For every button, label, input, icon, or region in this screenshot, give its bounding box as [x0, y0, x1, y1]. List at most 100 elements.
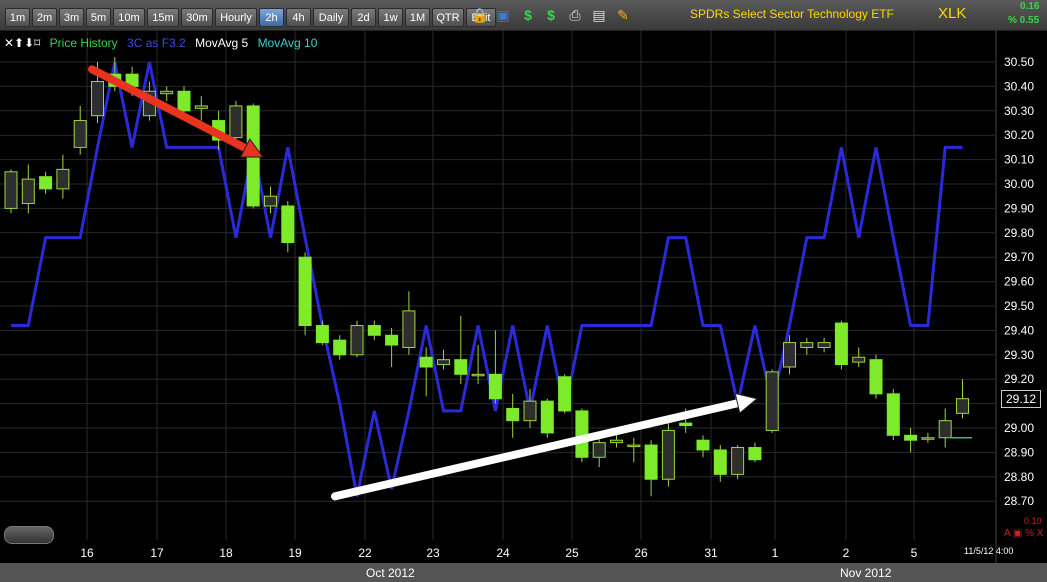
legend-movavg-10[interactable]: MovAvg 10 [258, 36, 318, 50]
timeframe-button-2m[interactable]: 2m [32, 8, 57, 27]
candle [644, 444, 658, 480]
candle [73, 120, 87, 148]
candle [21, 178, 35, 205]
scroll-handle[interactable] [4, 526, 54, 544]
candle [817, 342, 831, 348]
candle [39, 176, 53, 190]
chart-title: SPDRs Select Sector Technology ETF [690, 7, 894, 21]
timeframe-button-2h[interactable]: 2h [259, 8, 284, 27]
candle [956, 398, 969, 414]
x-tick-label: 25 [565, 546, 579, 560]
candle [731, 447, 745, 475]
candle [610, 439, 623, 444]
y-tick-label: 29.00 [1004, 421, 1034, 435]
timeframe-button-2d[interactable]: 2d [351, 8, 376, 27]
candle [938, 420, 952, 439]
last-price-label: 29.12 [1001, 390, 1041, 408]
candle [921, 437, 935, 440]
y-tick-label: 30.40 [1004, 79, 1034, 93]
y-tick-label: 30.50 [1004, 55, 1034, 69]
y-tick-label: 28.70 [1004, 494, 1034, 508]
legend-3c-indicator[interactable]: 3C as F3.2 [127, 36, 186, 50]
candle [454, 359, 468, 375]
x-tick-label: 26 [634, 546, 648, 560]
print-icon[interactable]: ⎙ [566, 6, 584, 24]
x-tick-label: 2 [843, 546, 850, 560]
indicator-3c-line [11, 61, 963, 497]
percent-change: % 0.55 [1008, 15, 1040, 26]
candle [592, 442, 606, 458]
candle [627, 444, 641, 448]
x-tick-label: 5 [911, 546, 918, 560]
candle [419, 356, 433, 368]
candle [523, 400, 537, 422]
y-tick-label: 29.60 [1004, 275, 1034, 289]
month-label-nov: Nov 2012 [840, 566, 892, 580]
card-icon[interactable]: ▤ [590, 6, 608, 24]
x-tick-label: 31 [704, 546, 718, 560]
candle [679, 422, 693, 427]
candle [4, 171, 18, 209]
dollar-green-icon[interactable]: $ [542, 6, 560, 24]
timeframe-button-1m[interactable]: 1m [5, 8, 30, 27]
candle [402, 310, 416, 348]
x-tick-label: 22 [358, 546, 372, 560]
timeframe-button-1m[interactable]: 1M [405, 8, 430, 27]
save-icon[interactable]: ▣ [494, 6, 512, 24]
legend-control-icons[interactable]: ✕⬆⬇⌑ [4, 36, 40, 50]
candle [886, 393, 900, 436]
timeframe-button-3m[interactable]: 3m [59, 8, 84, 27]
candle [713, 449, 727, 475]
lock-icon[interactable]: 🔒 [471, 6, 489, 24]
x-tick-label: 23 [426, 546, 440, 560]
candle [506, 407, 520, 422]
y-tick-label: 29.20 [1004, 372, 1034, 386]
x-tick-label: 18 [219, 546, 233, 560]
scale-controls[interactable]: A ▣ % X [1004, 528, 1043, 539]
scale-value: 0.10 [1024, 516, 1042, 526]
candle [661, 429, 675, 480]
price-change: 0.16 [1020, 1, 1040, 12]
x-tick-label: 1 [772, 546, 779, 560]
pencil-icon[interactable]: ✎ [614, 6, 632, 24]
timeframe-button-qtr[interactable]: QTR [432, 8, 464, 27]
candle [852, 356, 866, 363]
candle [229, 105, 243, 139]
x-tick-label: 19 [288, 546, 302, 560]
timeframe-button-5m[interactable]: 5m [86, 8, 111, 27]
candle [56, 168, 70, 190]
price-chart[interactable]: 30.50 30.40 30.30 30.20 30.10 30.00 29.90 29.80… [0, 30, 1047, 563]
candle [834, 322, 848, 366]
candle [264, 195, 277, 207]
x-tick-label: 24 [496, 546, 510, 560]
candle [177, 90, 191, 112]
y-tick-label: 29.80 [1004, 226, 1034, 240]
timeframe-button-10m[interactable]: 10m [113, 8, 145, 27]
candle [437, 359, 450, 366]
candle [488, 373, 502, 400]
legend-price-history[interactable]: Price History [50, 36, 118, 50]
candle [575, 410, 589, 458]
toolbar: 1m 2m 3m 5m 10m 15m 30m Hourly 2h 4h Daily 2d 1w 1M QT… [0, 0, 1047, 31]
y-tick-label: 30.20 [1004, 128, 1034, 142]
dollar-icon[interactable]: $ [519, 6, 537, 24]
timeframe-button-1w[interactable]: 1w [378, 8, 403, 27]
y-tick-label: 29.90 [1004, 201, 1034, 215]
candle [904, 434, 918, 441]
legend-movavg-5[interactable]: MovAvg 5 [195, 36, 248, 50]
candle [333, 339, 347, 356]
y-tick-label: 30.10 [1004, 153, 1034, 167]
x-tick-label: 17 [150, 546, 164, 560]
candle [194, 105, 208, 109]
timeframe-button-30m[interactable]: 30m [181, 8, 213, 27]
y-tick-label: 28.80 [1004, 470, 1034, 484]
timeframe-button-daily[interactable]: Daily [313, 8, 349, 27]
timeframe-button-15m[interactable]: 15m [147, 8, 179, 27]
candle [315, 325, 329, 344]
candle [385, 334, 399, 346]
candle [869, 359, 883, 395]
timeframe-button-hourly[interactable]: Hourly [215, 8, 257, 27]
x-tick-label: 16 [80, 546, 94, 560]
ticker-symbol: XLK [938, 5, 967, 22]
timeframe-button-4h[interactable]: 4h [286, 8, 311, 27]
